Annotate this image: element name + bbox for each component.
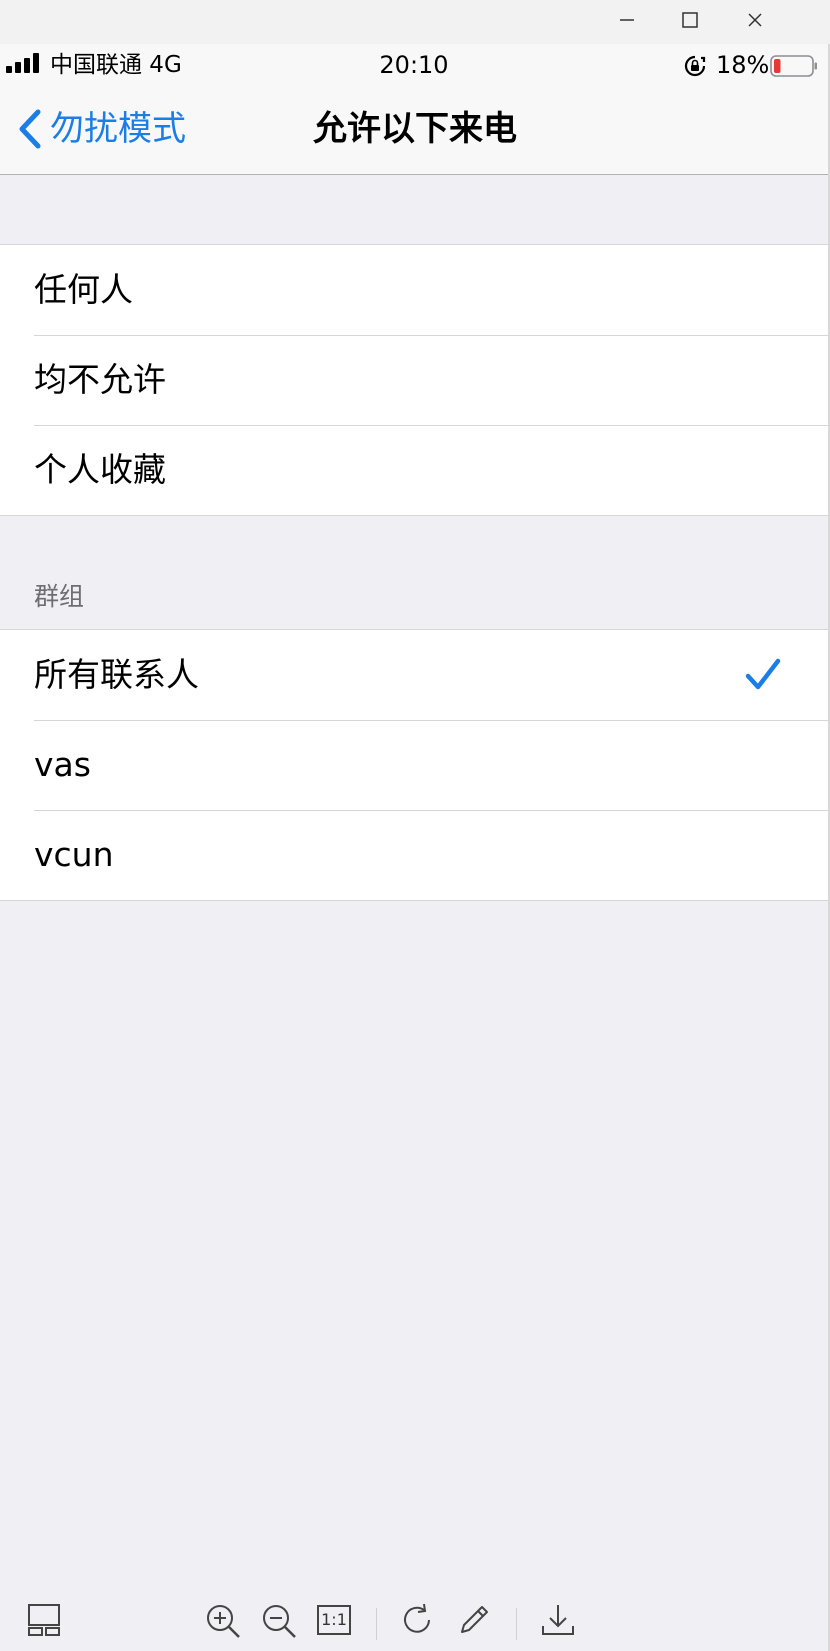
toolbar-divider [376,1608,377,1640]
list-item-label: vcun [34,835,114,874]
navigation-bar: 勿扰模式 允许以下来电 [0,86,828,175]
zoom-in-button[interactable] [204,1602,248,1646]
viewer-toolbar: 1:1 [0,1584,828,1651]
actual-size-button[interactable]: 1:1 [316,1602,360,1646]
list-item[interactable]: vcun [0,810,828,900]
toolbar-divider [516,1608,517,1640]
options-group-2: 所有联系人 vas vcun [0,629,828,901]
signal-strength-icon [6,53,39,73]
list-item[interactable]: vas [0,720,828,810]
maximize-icon [682,12,698,28]
close-icon [748,13,762,27]
close-button[interactable] [722,0,788,40]
list-item[interactable]: 任何人 [0,245,828,335]
phone-screen: 中国联通 4G 20:10 18% 勿扰模式 允许以下来电 任何人 均不允许 个… [0,44,828,1651]
rotate-icon [404,1603,430,1633]
list-item-label: 均不允许 [34,360,166,399]
back-button[interactable]: 勿扰模式 [16,104,186,154]
list-item[interactable]: 所有联系人 [0,630,828,720]
list-item[interactable]: 个人收藏 [0,425,828,515]
battery-percent: 18% [716,51,770,79]
zoom-in-icon [207,1605,240,1638]
minimize-button[interactable] [594,0,660,40]
zoom-out-button[interactable] [260,1602,304,1646]
maximize-button[interactable] [657,0,723,40]
back-button-label: 勿扰模式 [50,109,186,149]
carrier-label: 中国联通 4G [50,52,182,78]
zoom-out-icon [263,1605,296,1638]
chevron-left-icon [19,109,41,149]
edit-button[interactable] [456,1602,500,1646]
thumbnails-icon [28,1604,60,1636]
options-group-1: 任何人 均不允许 个人收藏 [0,244,828,516]
checkmark-icon [745,658,781,690]
download-button[interactable] [540,1602,584,1646]
battery-icon [770,55,817,77]
thumbnails-button[interactable] [26,1602,70,1646]
actual-size-label: 1:1 [321,1610,347,1629]
edit-icon [461,1606,488,1633]
list-item-label: 个人收藏 [34,450,166,489]
list-item-label: 所有联系人 [34,655,199,694]
section-header-groups: 群组 [34,582,85,611]
status-bar: 中国联通 4G 20:10 18% [0,44,828,86]
window-titlebar [0,0,830,44]
page-title: 允许以下来电 [313,109,517,149]
list-item-label: vas [34,745,91,784]
list-item[interactable]: 均不允许 [0,335,828,425]
minimize-icon [620,19,634,21]
rotation-lock-icon [684,55,706,77]
rotate-button[interactable] [400,1602,444,1646]
download-icon [542,1605,574,1635]
list-item-label: 任何人 [34,270,133,309]
